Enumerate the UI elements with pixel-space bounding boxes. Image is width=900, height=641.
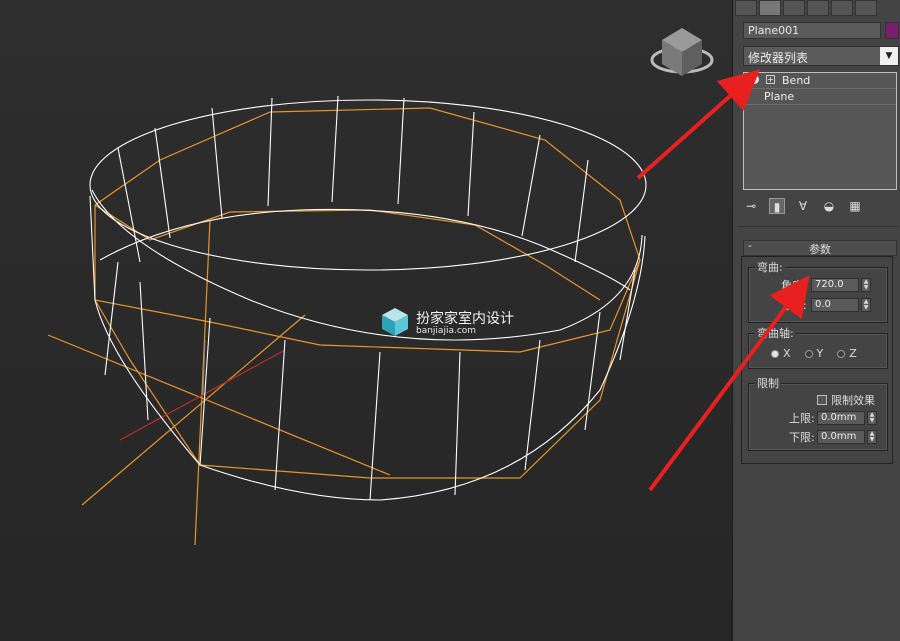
object-color-swatch[interactable] — [885, 22, 899, 39]
limits-group: 限制 限制效果 上限: 0.0mm ▲ ▼ 下限: 0.0mm ▲ ▼ — [748, 375, 888, 451]
command-tabs — [735, 0, 900, 16]
radio-dot[interactable] — [804, 349, 813, 358]
upper-limit-spinner[interactable]: ▲ ▼ — [867, 411, 877, 425]
plane-wireframe — [89, 95, 647, 501]
axis-y-label: Y — [816, 347, 824, 360]
axis-z-label: Z — [849, 347, 857, 360]
remove-modifier-icon[interactable]: ◒ — [821, 198, 837, 214]
limit-effect-label: 限制效果 — [831, 394, 875, 407]
watermark-title: 扮家家室内设计 — [416, 311, 514, 327]
lower-limit-row: 下限: 0.0mm ▲ ▼ — [789, 429, 877, 445]
parameters-rollout: 弯曲: 角度: 720.0 ▲ ▼ 方向: 0.0 ▲ ▼ 弯曲轴: X Y Z 限… — [741, 256, 893, 464]
stack-toolbar: ⊸ ▮ ∀ ◒ ▦ — [743, 196, 899, 216]
bend-axis-group: 弯曲轴: X Y Z — [748, 325, 888, 369]
object-name-field[interactable]: Plane001 — [743, 22, 881, 39]
upper-limit-label: 上限: — [789, 412, 815, 425]
watermark: 扮家家室内设计 banjiajia.com — [380, 306, 540, 340]
limit-effect-row: 限制效果 — [817, 392, 875, 408]
watermark-subtitle: banjiajia.com — [416, 326, 477, 336]
parameters-rollout-header[interactable]: - 参数 — [743, 239, 897, 256]
modifier-list-label: 修改器列表 — [748, 51, 809, 65]
modifier-stack[interactable]: + Bend Plane — [743, 72, 897, 190]
limit-effect-checkbox[interactable] — [817, 395, 827, 405]
radio-dot[interactable] — [771, 349, 779, 358]
stack-item-label: Bend — [782, 74, 811, 87]
bend-group-title: 弯曲: — [755, 259, 785, 275]
limits-group-title: 限制 — [755, 375, 781, 391]
modify-tab-icon[interactable] — [759, 0, 781, 16]
direction-label: 方向: — [781, 299, 807, 312]
stack-item-bend[interactable]: + Bend — [744, 73, 896, 89]
rollout-title: 参数 — [809, 243, 831, 256]
angle-label: 角度: — [781, 279, 807, 292]
angle-row: 角度: 720.0 ▲ ▼ — [781, 277, 871, 293]
direction-row: 方向: 0.0 ▲ ▼ — [781, 297, 871, 313]
expand-icon[interactable]: + — [766, 75, 775, 84]
wireframe-canvas[interactable] — [0, 0, 732, 641]
modifier-list-dropdown[interactable]: 修改器列表 ▼ — [743, 46, 899, 66]
show-end-result-icon[interactable]: ▮ — [769, 198, 785, 214]
viewport[interactable]: 扮家家室内设计 banjiajia.com — [0, 0, 732, 641]
chevron-down-icon[interactable]: ▼ — [880, 47, 898, 65]
stack-item-label: Plane — [764, 90, 795, 103]
pin-stack-icon[interactable]: ⊸ — [743, 198, 759, 214]
lower-limit-label: 下限: — [789, 431, 815, 444]
direction-input[interactable]: 0.0 — [811, 298, 859, 312]
axis-z-radio[interactable]: Z — [837, 347, 857, 360]
view-cube[interactable] — [650, 28, 714, 76]
logo-cube-icon — [382, 308, 408, 336]
angle-spinner[interactable]: ▲ ▼ — [861, 278, 871, 292]
axis-y-radio[interactable]: Y — [804, 347, 824, 360]
lower-limit-input[interactable]: 0.0mm — [817, 430, 865, 444]
display-tab-icon[interactable] — [831, 0, 853, 16]
direction-spinner[interactable]: ▲ ▼ — [861, 298, 871, 312]
lower-limit-spinner[interactable]: ▲ ▼ — [867, 430, 877, 444]
command-panel: Plane001 修改器列表 ▼ + Bend Plane ⊸ ▮ ∀ ◒ ▦ … — [732, 0, 900, 641]
divider — [737, 226, 899, 227]
utilities-tab-icon[interactable] — [855, 0, 877, 16]
bend-axis-group-title: 弯曲轴: — [755, 325, 796, 341]
configure-sets-icon[interactable]: ▦ — [847, 198, 863, 214]
bend-group: 弯曲: 角度: 720.0 ▲ ▼ 方向: 0.0 ▲ ▼ — [748, 259, 888, 323]
lightbulb-icon[interactable] — [750, 75, 759, 84]
motion-tab-icon[interactable] — [807, 0, 829, 16]
hierarchy-tab-icon[interactable] — [783, 0, 805, 16]
axis-radio-row: X Y Z — [771, 347, 871, 360]
angle-input[interactable]: 720.0 — [811, 278, 859, 292]
bend-gizmo — [47, 107, 641, 546]
upper-limit-row: 上限: 0.0mm ▲ ▼ — [789, 410, 877, 426]
stack-item-plane[interactable]: Plane — [744, 89, 896, 105]
axis-x-label: X — [783, 347, 791, 360]
create-tab-icon[interactable] — [735, 0, 757, 16]
radio-dot[interactable] — [837, 349, 846, 358]
axis-x-radio[interactable]: X — [771, 347, 791, 360]
upper-limit-input[interactable]: 0.0mm — [817, 411, 865, 425]
make-unique-icon[interactable]: ∀ — [795, 198, 811, 214]
